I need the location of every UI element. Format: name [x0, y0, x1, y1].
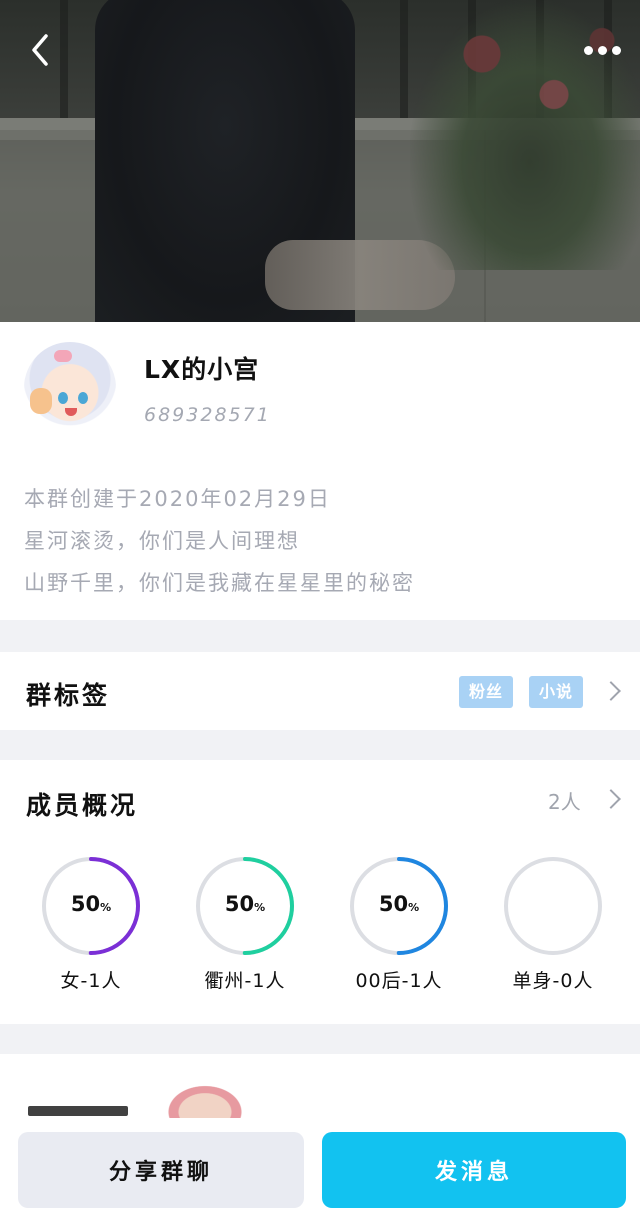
- more-dot: [612, 45, 621, 55]
- group-cover-photo: [0, 0, 640, 322]
- member-count[interactable]: 2人: [548, 786, 581, 815]
- member-stat-region: 50% 衢州-1人: [185, 854, 305, 993]
- avatar-eye: [58, 392, 68, 404]
- chevron-right-icon[interactable]: [601, 789, 621, 809]
- group-name: LX的小宫: [144, 355, 260, 384]
- share-group-button[interactable]: 分享群聊: [18, 1132, 304, 1208]
- avatar-hand: [30, 388, 52, 414]
- stat-unit: %: [254, 901, 266, 914]
- description-line: 山野千里，你们是我藏在星星里的秘密: [24, 571, 415, 595]
- chevron-left-icon: [32, 34, 48, 66]
- member-stat-gender: 50% 女-1人: [31, 854, 151, 993]
- progress-ring: [504, 857, 602, 955]
- group-description: 本群创建于2020年02月29日 星河滚烫，你们是人间理想 山野千里，你们是我藏…: [24, 478, 415, 604]
- tag-badge: 小说: [529, 676, 584, 708]
- stat-percent: 50%: [185, 892, 305, 916]
- chevron-right-icon: [601, 681, 621, 701]
- group-tags-title: 群标签: [26, 681, 111, 710]
- avatar-bow: [54, 350, 72, 362]
- stat-value: 50: [70, 892, 101, 916]
- description-line: 星河滚烫，你们是人间理想: [24, 529, 300, 553]
- stat-label: 00后-1人: [355, 970, 443, 992]
- member-avatar-partial: [160, 1080, 250, 1120]
- tag-badge: 粉丝: [459, 676, 514, 708]
- description-line: 本群创建于2020年02月29日: [24, 487, 331, 511]
- stat-unit: %: [100, 901, 112, 914]
- stat-unit: %: [408, 901, 420, 914]
- avatar-eye: [78, 392, 88, 404]
- stat-value: 50: [378, 892, 409, 916]
- more-dot: [598, 45, 607, 55]
- stat-label: 单身-0人: [512, 970, 594, 992]
- member-stat-age: 50% 00后-1人: [339, 854, 459, 993]
- more-button[interactable]: [584, 40, 628, 60]
- stat-percent: 50%: [339, 892, 459, 916]
- stat-label: 女-1人: [60, 970, 122, 992]
- group-info-card: LX的小宫 689328571 本群创建于2020年02月29日 星河滚烫，你们…: [0, 322, 640, 620]
- more-dot: [584, 45, 593, 55]
- group-tags-row[interactable]: 群标签 粉丝 小说: [0, 652, 640, 730]
- members-title: 成员概况: [26, 791, 139, 820]
- bottom-action-bar: 分享群聊 发消息: [0, 1118, 640, 1208]
- member-stat-single: 单身-0人: [493, 854, 613, 993]
- section-title-partial: [28, 1106, 128, 1116]
- members-overview: 成员概况 2人 50% 女-1人 50% 衢州-1人 50% 00后-1人 单身…: [0, 760, 640, 1024]
- stat-percent: 50%: [31, 892, 151, 916]
- send-message-button[interactable]: 发消息: [322, 1132, 626, 1208]
- group-id: 689328571: [144, 404, 271, 426]
- stat-label: 衢州-1人: [204, 970, 286, 992]
- back-button[interactable]: [24, 30, 60, 70]
- stat-value: 50: [224, 892, 255, 916]
- group-avatar[interactable]: [24, 342, 116, 434]
- avatar-mouth: [65, 408, 77, 416]
